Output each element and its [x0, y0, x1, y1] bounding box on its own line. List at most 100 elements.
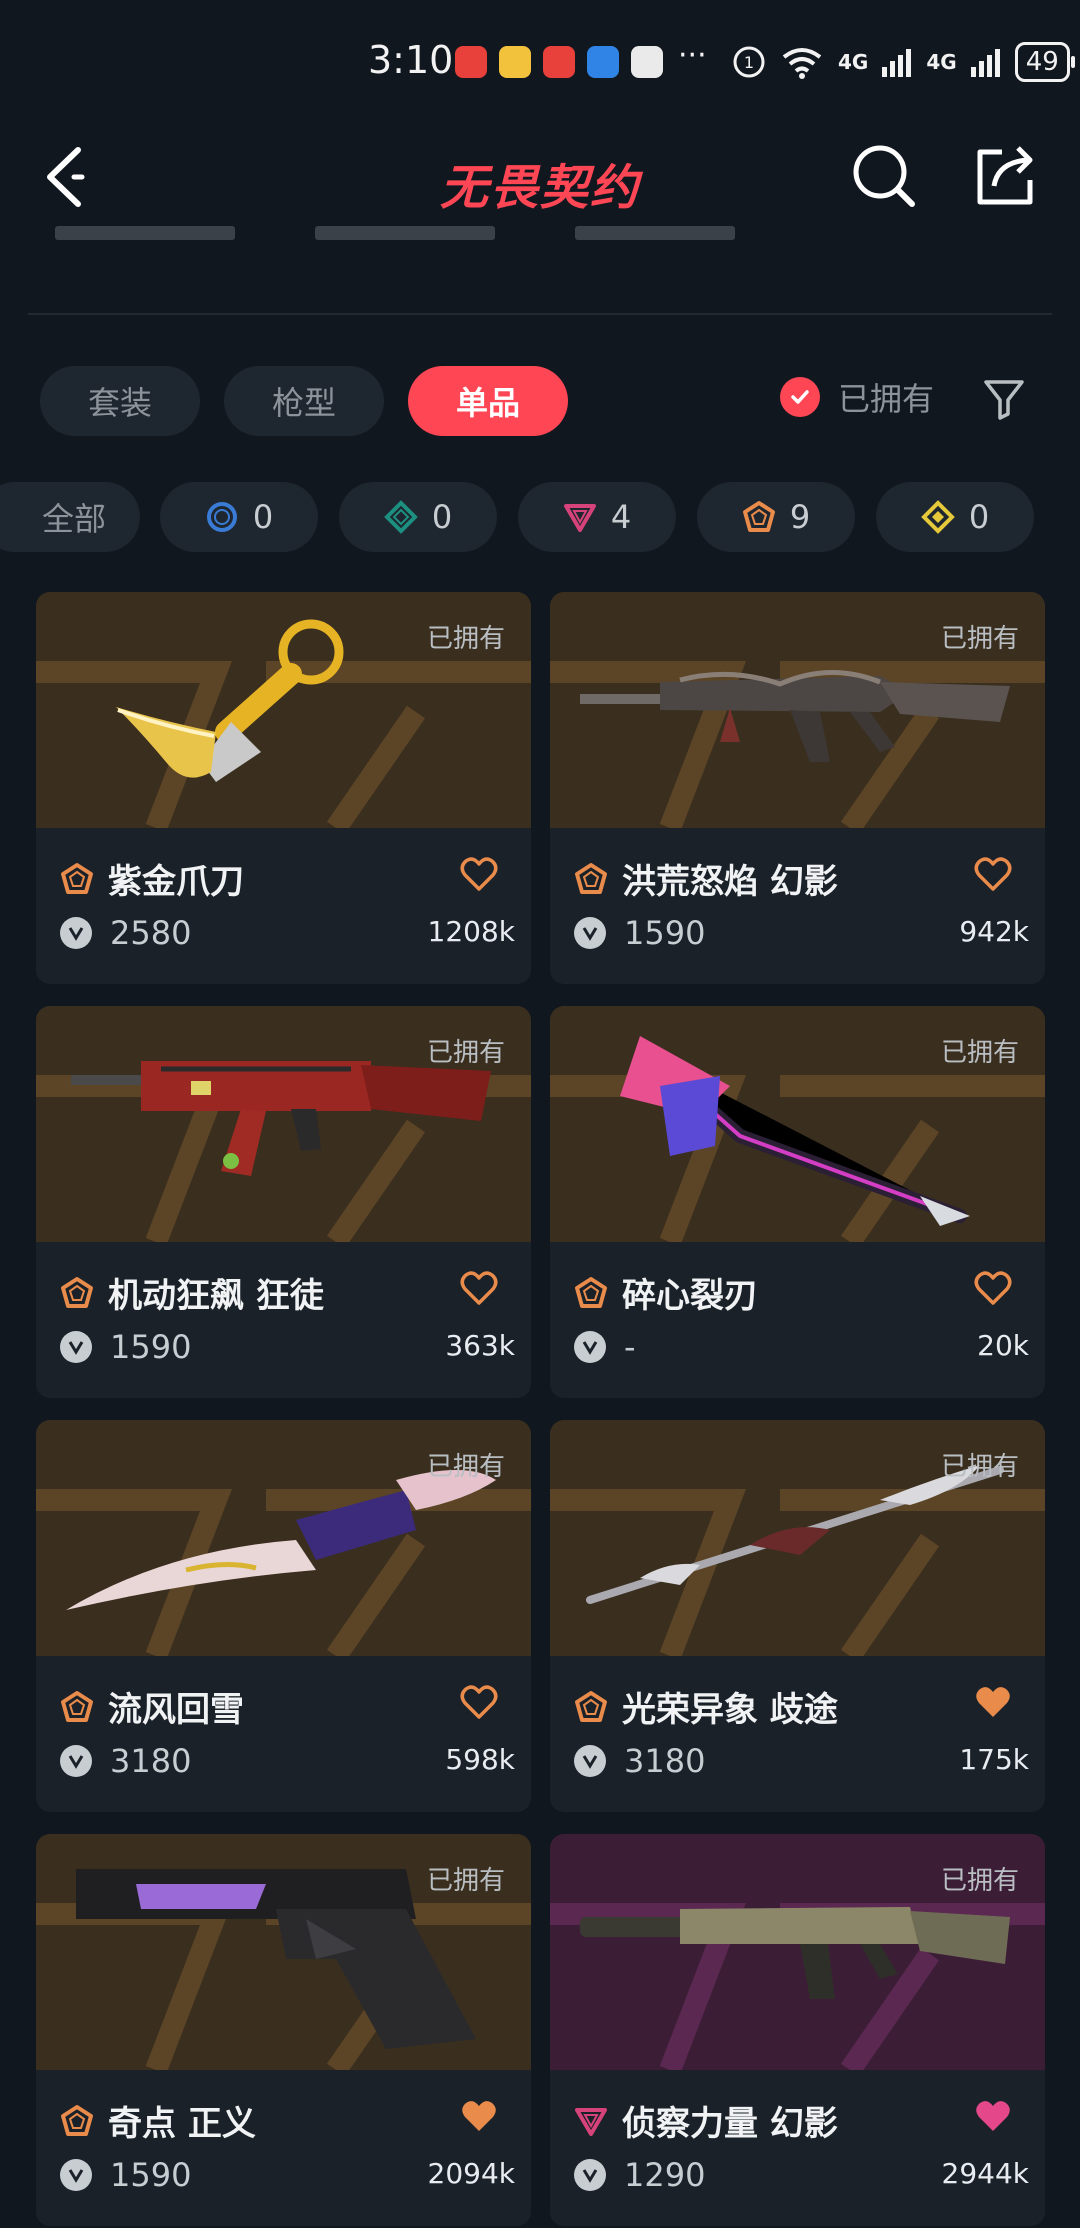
- category-tabs: 套装 枪型 单品: [40, 366, 568, 436]
- tab-weapon-types[interactable]: 枪型: [224, 366, 384, 436]
- phantom-rifle-image: [580, 1907, 1010, 1999]
- owned-filter-label: 已拥有: [838, 380, 935, 418]
- item-name: 机动狂飙 狂徒: [108, 1276, 324, 1316]
- owned-label: 已拥有: [940, 624, 1019, 654]
- item-card[interactable]: 已拥有 紫金爪刀 2580 1208k: [36, 592, 531, 984]
- item-name: 洪荒怒焰 幻影: [622, 862, 838, 902]
- weibo-icon: [499, 46, 531, 78]
- item-name-row: 流风回雪: [60, 1682, 507, 1731]
- melee-axe-image: [620, 1036, 970, 1226]
- item-card[interactable]: 已拥有 机动狂飙 狂徒 1590 363k: [36, 1006, 531, 1398]
- item-card[interactable]: 已拥有 奇点 正义 1590 2094k: [36, 1834, 531, 2226]
- heart-icon[interactable]: [973, 1268, 1013, 1308]
- search-icon[interactable]: [850, 142, 918, 210]
- item-name: 奇点 正义: [108, 2104, 256, 2144]
- item-name: 碎心裂刃: [622, 1276, 758, 1316]
- owned-filter-toggle[interactable]: 已拥有: [780, 374, 934, 420]
- battery-indicator: 49: [1014, 42, 1075, 82]
- valorant-points-icon: [60, 2159, 92, 2191]
- exclusive-tier-icon: [61, 862, 93, 894]
- network-label-1: 4G: [838, 50, 869, 74]
- chip-premium-tier[interactable]: 4: [518, 482, 676, 552]
- owned-label: 已拥有: [426, 1452, 505, 1482]
- wifi-icon: [782, 48, 822, 79]
- hd-icon: 1: [733, 46, 765, 78]
- subnav-obscured: [55, 225, 1005, 245]
- exclusive-tier-icon: [61, 1690, 93, 1722]
- valorant-points-icon: [60, 917, 92, 949]
- heart-icon[interactable]: [459, 1268, 499, 1308]
- valorant-points-icon: [574, 2159, 606, 2191]
- item-price: 1290: [624, 2156, 706, 2194]
- item-card[interactable]: 已拥有 碎心裂刃 - 20k: [550, 1006, 1045, 1398]
- divider: [28, 313, 1052, 315]
- price-row: 3180: [574, 1742, 705, 1780]
- app-header: 无畏契约: [0, 118, 1080, 238]
- valorant-points-icon: [60, 1745, 92, 1777]
- price-row: 2580: [60, 914, 191, 952]
- premium-tier-icon: [563, 504, 596, 532]
- exclusive-tier-icon: [61, 1276, 93, 1308]
- item-card[interactable]: 已拥有 洪荒怒焰 幻影 1590 942k: [550, 592, 1045, 984]
- page-title: 无畏契约: [439, 160, 640, 216]
- app-notification-icon: [543, 46, 575, 78]
- chip-all[interactable]: 全部: [0, 482, 140, 552]
- item-card[interactable]: 已拥有 流风回雪 3180 598k: [36, 1420, 531, 1812]
- price-row: 1590: [574, 914, 705, 952]
- rifle-image: [71, 1061, 491, 1176]
- heart-icon[interactable]: [459, 854, 499, 894]
- phantom-rifle-image: [580, 669, 1010, 762]
- exclusive-tier-icon: [61, 2104, 93, 2136]
- like-count: 175k: [959, 1743, 1029, 1776]
- like-count: 598k: [445, 1743, 515, 1776]
- item-card[interactable]: 已拥有 侦察力量 幻影 1290 2944k: [550, 1834, 1045, 2226]
- status-time: 3:10: [368, 38, 454, 82]
- item-name-row: 碎心裂刃: [574, 1268, 1021, 1317]
- heart-icon[interactable]: [459, 1682, 499, 1722]
- item-name: 流风回雪: [108, 1690, 244, 1730]
- checkmark-icon: [780, 377, 820, 417]
- item-name: 紫金爪刀: [108, 862, 244, 902]
- item-price: 2580: [110, 914, 192, 952]
- item-price: 3180: [624, 1742, 706, 1780]
- signal-icon: [970, 49, 1000, 77]
- signal-icon: [882, 49, 912, 77]
- like-count: 2944k: [941, 2157, 1029, 2190]
- price-row: 1290: [574, 2156, 705, 2194]
- item-name: 光荣异象 歧途: [622, 1690, 838, 1730]
- chip-count: 0: [431, 498, 453, 536]
- chip-exclusive-tier[interactable]: 9: [697, 482, 855, 552]
- ultra-tier-icon: [920, 500, 955, 534]
- chip-ultra-tier[interactable]: 0: [876, 482, 1034, 552]
- exclusive-tier-icon: [575, 1690, 607, 1722]
- like-count: 20k: [977, 1329, 1029, 1362]
- price-row: 1590: [60, 2156, 191, 2194]
- chip-all-label: 全部: [42, 500, 107, 538]
- chip-deluxe-tier[interactable]: 0: [339, 482, 497, 552]
- item-name-row: 机动狂飙 狂徒: [60, 1268, 507, 1317]
- like-count: 2094k: [427, 2157, 515, 2190]
- valorant-points-icon: [574, 1745, 606, 1777]
- owned-label: 已拥有: [940, 1866, 1019, 1896]
- heart-filled-icon[interactable]: [459, 2096, 499, 2136]
- filter-icon[interactable]: [982, 376, 1026, 420]
- chip-count: 9: [789, 498, 811, 536]
- chip-select-tier[interactable]: 0: [160, 482, 318, 552]
- owned-label: 已拥有: [426, 1038, 505, 1068]
- item-name-row: 侦察力量 幻影: [574, 2096, 1021, 2145]
- heart-icon[interactable]: [973, 854, 1013, 894]
- item-price: 1590: [110, 1328, 192, 1366]
- price-row: -: [574, 1328, 636, 1366]
- heart-filled-icon[interactable]: [973, 2096, 1013, 2136]
- heart-filled-icon[interactable]: [973, 1682, 1013, 1722]
- like-count: 942k: [959, 915, 1029, 948]
- exclusive-tier-icon: [575, 1276, 607, 1308]
- tab-single-items[interactable]: 单品: [408, 366, 568, 436]
- item-card[interactable]: 已拥有 光荣异象 歧途 3180 175k: [550, 1420, 1045, 1812]
- item-price: 1590: [624, 914, 706, 952]
- valorant-points-icon: [574, 1331, 606, 1363]
- app-notification-icon: [455, 46, 487, 78]
- weather-icon: [587, 46, 619, 78]
- tab-bundles[interactable]: 套装: [40, 366, 200, 436]
- share-icon[interactable]: [972, 142, 1040, 210]
